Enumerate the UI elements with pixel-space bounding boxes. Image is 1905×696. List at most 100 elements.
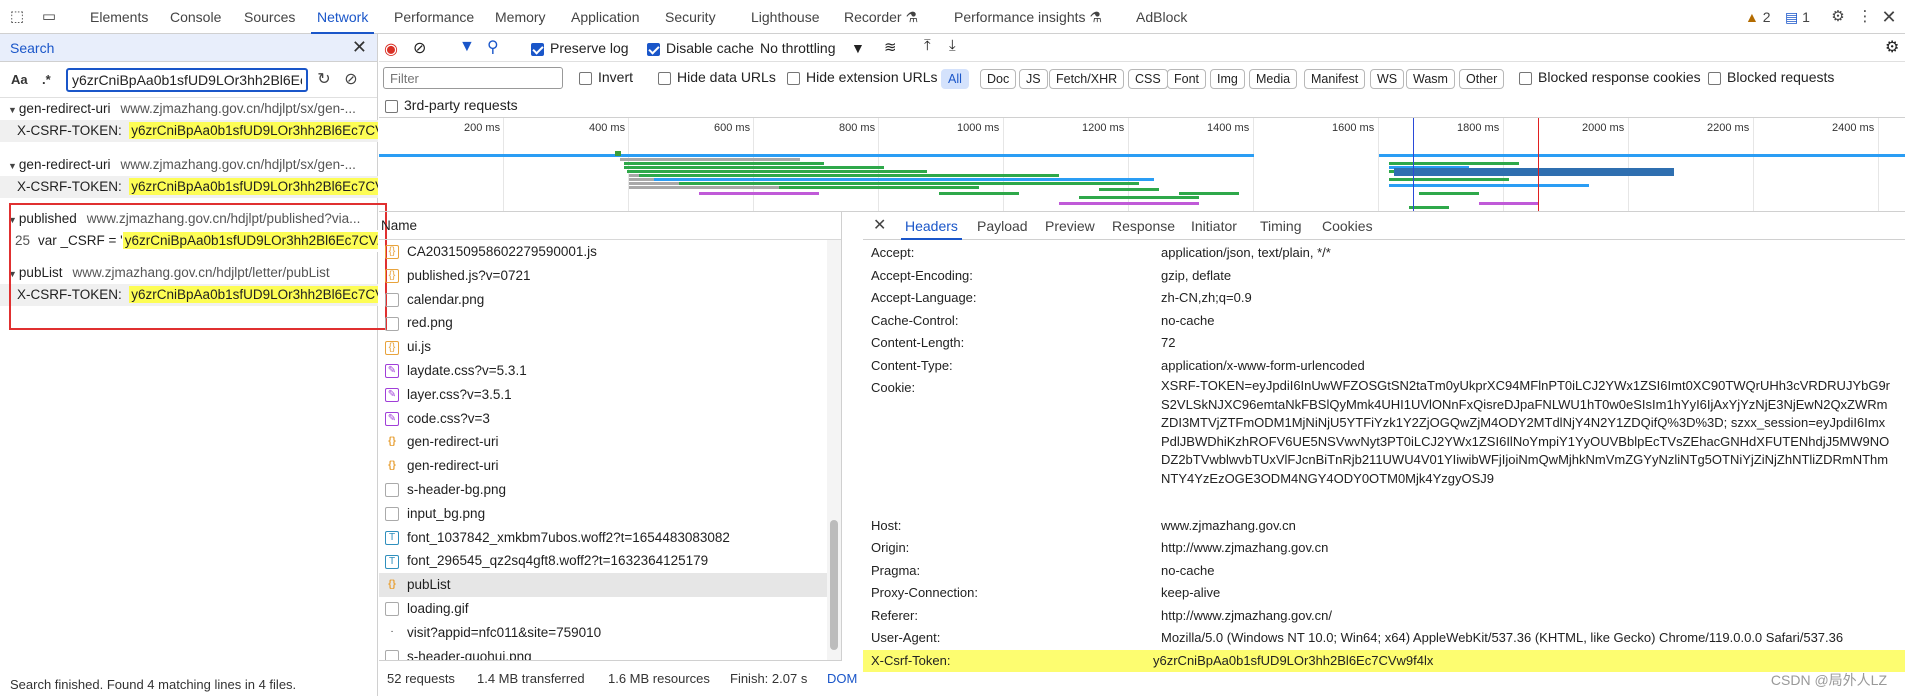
clear-log-icon[interactable]: ⊘ <box>413 38 426 58</box>
request-row[interactable]: {} gen-redirect-uri <box>379 430 841 454</box>
tab-memory[interactable]: Memory <box>495 0 546 34</box>
import-har-icon[interactable]: ⤒ <box>924 37 931 54</box>
request-row[interactable]: {} CA203150958602279590001.js <box>379 240 841 264</box>
type-filter-manifest[interactable]: Manifest <box>1304 69 1366 89</box>
search-result-line[interactable]: X-CSRF-TOKEN: y6zrCniBpAa0b1sfUD9LOr3hh2… <box>0 176 378 198</box>
request-row[interactable]: s-header-bg.png <box>379 478 841 502</box>
search-result-header[interactable]: ▼ gen-redirect-uri www.zjmazhang.gov.cn/hd… <box>0 154 378 176</box>
tab-response[interactable]: Response <box>1112 212 1175 240</box>
export-har-icon[interactable]: ⤓ <box>949 37 956 54</box>
request-row[interactable]: ✎ laydate.css?v=5.3.1 <box>379 359 841 383</box>
type-filter-font[interactable]: Font <box>1167 69 1207 89</box>
search-result-group[interactable]: ▼ gen-redirect-uri www.zjmazhang.gov.cn/hd… <box>0 98 378 142</box>
filter-input[interactable] <box>383 67 563 89</box>
tab-security[interactable]: Security <box>665 0 716 34</box>
type-filter-fetch-xhr[interactable]: Fetch/XHR <box>1049 69 1125 89</box>
preserve-log-checkbox[interactable]: Preserve log <box>531 40 629 56</box>
request-list-scrollbar[interactable] <box>827 240 841 660</box>
tab-adblock[interactable]: AdBlock <box>1136 0 1187 34</box>
close-icon[interactable]: ✕ <box>352 37 367 58</box>
request-row[interactable]: ✎ layer.css?v=3.5.1 <box>379 383 841 407</box>
devtools-tab-bar: ⬚ ▭ Elements Console Sources Network Per… <box>0 0 1905 34</box>
filter-icon[interactable]: ▼ <box>459 38 475 56</box>
request-row[interactable]: {} pubList <box>379 573 841 597</box>
type-filter-doc[interactable]: Doc <box>980 69 1017 89</box>
match-case-toggle[interactable]: Aa <box>11 72 28 87</box>
timeline-request-bar <box>1389 178 1509 181</box>
type-filter-media[interactable]: Media <box>1249 69 1298 89</box>
type-filter-img[interactable]: Img <box>1210 69 1245 89</box>
inspect-element-icon[interactable]: ⬚ <box>8 8 26 26</box>
request-list-header[interactable]: Name <box>379 212 841 240</box>
request-name: loading.gif <box>407 600 469 616</box>
type-filter-all[interactable]: All <box>941 69 969 89</box>
refresh-icon[interactable]: ↻ <box>315 71 333 89</box>
request-row[interactable]: input_bg.png <box>379 502 841 526</box>
invert-checkbox[interactable]: Invert <box>579 69 633 85</box>
tab-application[interactable]: Application <box>571 0 640 34</box>
network-settings-gear-icon[interactable]: ⚙ <box>1885 37 1899 57</box>
search-input[interactable] <box>66 68 308 92</box>
tab-elements[interactable]: Elements <box>90 0 148 34</box>
hide-data-urls-checkbox[interactable]: Hide data URLs <box>658 69 776 85</box>
tab-preview[interactable]: Preview <box>1045 212 1095 240</box>
type-filter-js[interactable]: JS <box>1019 69 1048 89</box>
header-name: Content-Length: <box>871 335 965 350</box>
search-result-line[interactable]: X-CSRF-TOKEN: y6zrCniBpAa0b1sfUD9LOr3hh2… <box>0 120 378 142</box>
tab-console[interactable]: Console <box>170 0 221 34</box>
tab-payload[interactable]: Payload <box>977 212 1028 240</box>
tab-initiator[interactable]: Initiator <box>1191 212 1237 240</box>
tab-recorder[interactable]: Recorder ⚗ <box>844 0 918 34</box>
network-conditions-icon[interactable]: ≋ <box>884 38 897 56</box>
record-icon[interactable]: ◉ <box>384 39 398 59</box>
request-row[interactable]: loading.gif <box>379 597 841 621</box>
request-row[interactable]: red.png <box>379 311 841 335</box>
clear-icon[interactable]: ⊘ <box>342 71 360 89</box>
request-row[interactable]: {} ui.js <box>379 335 841 359</box>
type-filter-ws[interactable]: WS <box>1370 69 1405 89</box>
third-party-checkbox[interactable]: 3rd-party requests <box>385 97 518 113</box>
device-toolbar-icon[interactable]: ▭ <box>40 8 58 26</box>
type-filter-css[interactable]: CSS <box>1128 69 1168 89</box>
request-row[interactable]: Tfont_1037842_xmkbm7ubos.woff2?t=1654483… <box>379 526 841 550</box>
request-row[interactable]: Tfont_296545_qz2sq4gft8.woff2?t=16323641… <box>379 549 841 573</box>
search-icon[interactable]: ⚲ <box>487 37 499 57</box>
request-name: input_bg.png <box>407 505 486 521</box>
timeline-gridline <box>1253 118 1254 211</box>
blocked-response-cookies-checkbox[interactable]: Blocked response cookies <box>1519 69 1701 85</box>
scrollbar-thumb[interactable] <box>830 520 838 650</box>
hide-extension-urls-checkbox[interactable]: Hide extension URLs <box>787 69 938 85</box>
regex-toggle[interactable]: .* <box>42 72 51 87</box>
network-timeline-overview[interactable]: 200 ms 400 ms 600 ms 800 ms 1000 ms 1200… <box>379 118 1905 212</box>
disable-cache-label: Disable cache <box>666 40 754 56</box>
request-row[interactable]: calendar.png <box>379 288 841 312</box>
tab-headers[interactable]: Headers <box>901 212 962 240</box>
close-devtools-icon[interactable]: ✕ <box>1880 8 1898 26</box>
tab-sources[interactable]: Sources <box>244 0 295 34</box>
messages-badge[interactable]: ▤ 1 <box>1785 0 1810 34</box>
tab-timing[interactable]: Timing <box>1260 212 1302 240</box>
more-options-icon[interactable]: ⋮ <box>1856 8 1874 26</box>
blocked-requests-checkbox[interactable]: Blocked requests <box>1708 69 1834 85</box>
request-row[interactable]: {} published.js?v=0721 <box>379 264 841 288</box>
disable-cache-checkbox[interactable]: Disable cache <box>647 40 754 56</box>
close-details-icon[interactable]: ✕ <box>873 212 886 240</box>
throttling-select[interactable]: No throttling ▼ <box>760 40 865 56</box>
warnings-badge[interactable]: ▲ 2 <box>1745 0 1771 34</box>
tab-performance-insights[interactable]: Performance insights ⚗ <box>954 0 1102 34</box>
tab-performance[interactable]: Performance <box>394 0 474 34</box>
request-row[interactable]: · visit?appid=nfc011&site=759010 <box>379 621 841 645</box>
tab-lighthouse[interactable]: Lighthouse <box>751 0 820 34</box>
tab-cookies[interactable]: Cookies <box>1322 212 1373 240</box>
type-filter-wasm[interactable]: Wasm <box>1406 69 1455 89</box>
request-row[interactable]: {} gen-redirect-uri <box>379 454 841 478</box>
settings-gear-icon[interactable]: ⚙ <box>1829 8 1847 26</box>
tab-network[interactable]: Network <box>310 0 375 34</box>
request-row[interactable]: s-header-guohui.png <box>379 645 841 660</box>
name-column-header[interactable]: Name <box>381 218 417 233</box>
request-header-row: Referer: http://www.zjmazhang.gov.cn/ <box>871 605 1891 628</box>
search-result-group[interactable]: ▼ gen-redirect-uri www.zjmazhang.gov.cn/hd… <box>0 154 378 198</box>
search-result-header[interactable]: ▼ gen-redirect-uri www.zjmazhang.gov.cn/hd… <box>0 98 378 120</box>
request-row[interactable]: ✎ code.css?v=3 <box>379 407 841 431</box>
type-filter-other[interactable]: Other <box>1459 69 1505 89</box>
